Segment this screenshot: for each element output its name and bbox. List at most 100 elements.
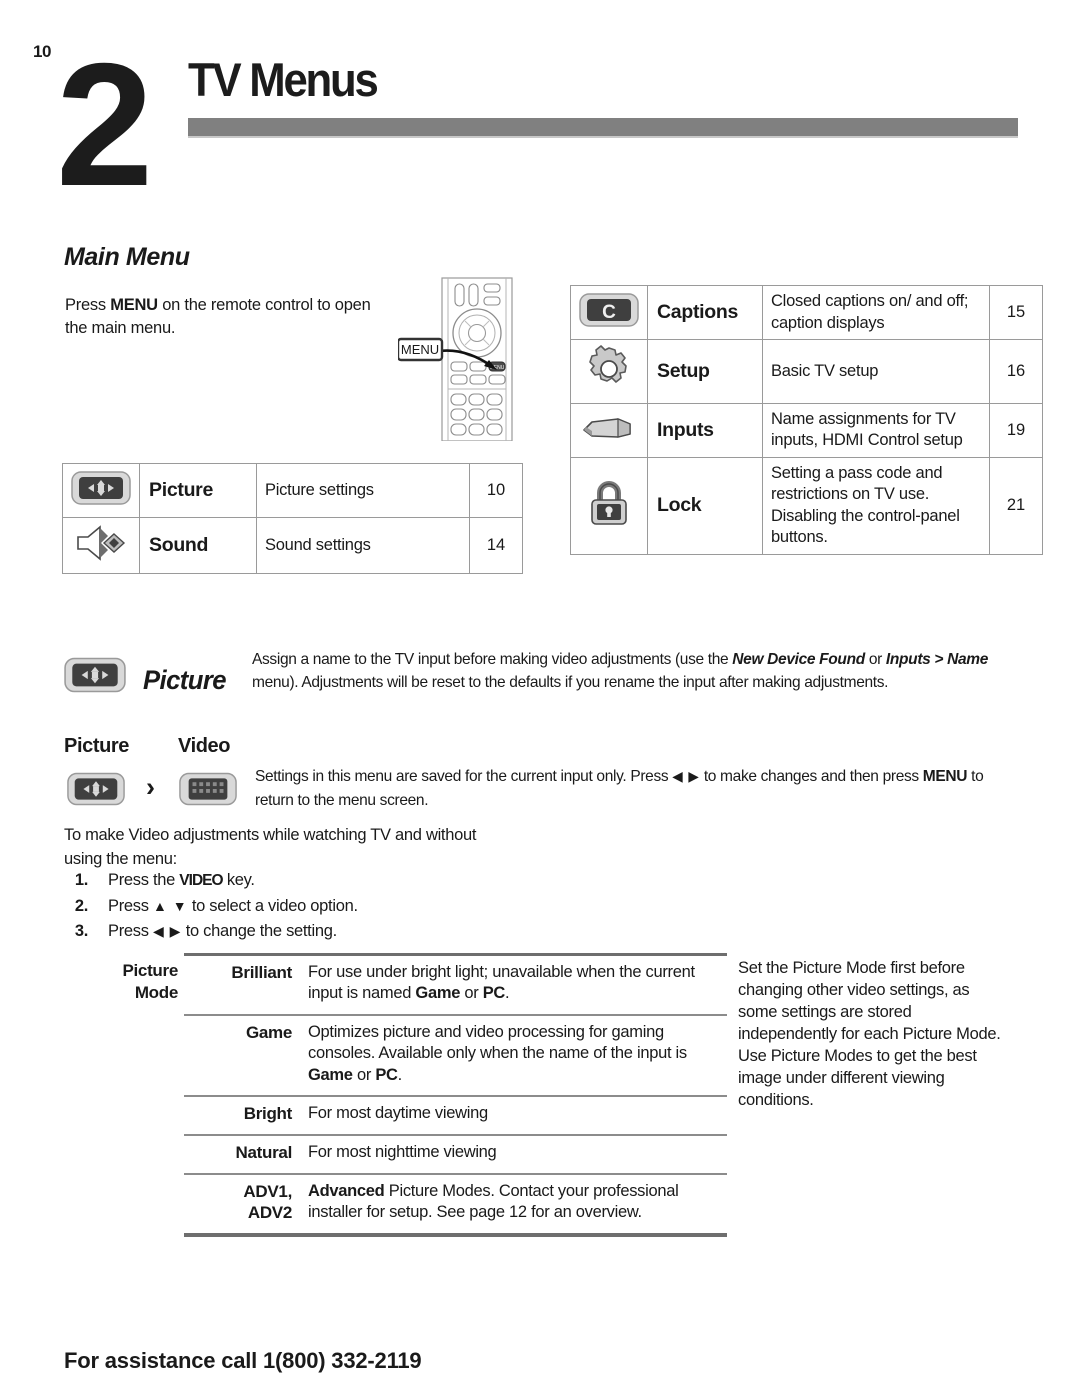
mode-desc-part-3: . [397,1065,403,1084]
pv-body-part-1: Settings in this menu are saved for the … [255,768,673,785]
step-text-post: to change the setting. [181,922,337,941]
inputs-icon-cell [570,403,648,458]
mode-desc-em-game: Game [415,984,461,1003]
table-row[interactable]: Lock Setting a pass code and restriction… [570,456,1043,555]
picture-path-label-picture: Picture [64,735,130,757]
table-row: ADV1, ADV2 Advanced Picture Modes. Conta… [184,1172,727,1238]
lock-padlock-icon [585,477,633,529]
menu-item-desc: Picture settings [256,463,470,518]
sound-icon [70,523,132,563]
mode-desc-em-game: Game [308,1065,353,1084]
picture-section-icon [63,655,127,700]
path-separator-chevron-icon: › [146,772,155,802]
table-row: Bright For most daytime viewing [184,1095,727,1135]
menu-item-page: 10 [469,463,523,518]
main-menu-table-right: C Captions Closed captions on/ and off; … [570,285,1043,555]
picture-body-part-3: menu). Adjustments will be reset to the … [252,674,889,692]
table-row: Game Optimizes picture and video process… [184,1013,727,1097]
menu-item-page: 16 [989,339,1043,404]
inputs-plug-icon [578,410,640,446]
menu-item-desc: Sound settings [256,517,470,574]
list-item: 2. Press ▲ ▼ to select a video option. [64,894,358,920]
picture-body-part-1: Assign a name to the TV input before mak… [252,651,733,668]
mode-desc-em-pc: PC [375,1065,398,1084]
lock-icon-cell [570,456,648,555]
video-adjust-intro: To make Video adjustments while watching… [64,826,477,868]
up-down-arrow-icon: ▲ ▼ [152,897,188,914]
table-row[interactable]: Inputs Name assignments for TV inputs, H… [570,403,1043,458]
captions-icon: C [578,291,640,329]
picture-path-label-video: Video [178,735,231,757]
step-text-pre: Press [108,922,153,941]
mode-desc-em-pc: PC [482,984,506,1003]
mode-desc-part-1: Optimizes picture and video processing f… [308,1022,687,1063]
picture-section-title: Picture [143,665,227,695]
step-text-post: to select a video option. [187,896,358,915]
main-menu-table-left: Picture Picture settings 10 Sound Sound … [62,463,523,574]
picture-section-body: Assign a name to the TV input before mak… [252,648,995,694]
table-row[interactable]: C Captions Closed captions on/ and off; … [570,285,1043,340]
picture-mode-row-label: Picture Mode [70,960,178,1004]
table-row: Natural For most nighttime viewing [184,1133,727,1174]
svg-text:C: C [602,302,616,323]
menu-item-name: Setup [647,339,763,404]
menu-item-name: Lock [647,456,763,555]
mode-name: Game [184,1013,306,1097]
picture-mode-table: Brilliant For use under bright light; un… [184,952,727,1238]
pv-body-menu-key: MENU [922,768,968,785]
mode-desc: For use under bright light; unavailable … [306,952,727,1015]
picture-path-video-icon [178,770,238,813]
mode-desc: For most daytime viewing [306,1095,727,1135]
footer-assistance: For assistance call 1(800) 332-2119 [64,1348,422,1373]
mode-name-line1: ADV1, [243,1181,292,1201]
picture-mode-label-line1: Picture [122,961,178,980]
picture-mode-label-line2: Mode [134,982,178,1002]
mode-name: ADV1, ADV2 [184,1172,306,1238]
step-number: 2. [74,896,88,915]
mode-desc: For most nighttime viewing [306,1133,727,1174]
list-item: 1. Press the VIDEO key. [64,868,358,894]
menu-item-name: Captions [647,285,763,340]
menu-item-name: Sound [139,517,257,574]
menu-item-desc: Closed captions on/ and off; caption dis… [762,285,990,340]
mode-desc-part-2: or [352,1065,376,1084]
setup-gear-icon [584,345,634,393]
step-text-pre: Press the [108,871,180,889]
picture-path-picture-icon [66,770,126,813]
left-right-arrow-icon: ◀ ▶ [152,923,182,940]
mode-desc-part-2: or [460,984,483,1003]
picture-video-body: Settings in this menu are saved for the … [255,765,994,813]
page-header: 10 2 TV Menus [0,0,1080,215]
menu-item-page: 15 [989,285,1043,340]
remote-menu-callout-label: MENU [401,342,439,357]
step-text-pre: Press [108,896,153,915]
mode-name: Bright [184,1095,306,1135]
mode-desc: Advanced Picture Modes. Contact your pro… [306,1172,727,1238]
mode-name: Brilliant [184,952,306,1015]
table-row[interactable]: Picture Picture settings 10 [62,463,523,518]
main-menu-intro: Press MENU on the remote control to open… [65,294,395,340]
menu-item-name: Inputs [647,403,763,458]
menu-item-desc: Basic TV setup [762,339,990,404]
mode-name-line2: ADV2 [247,1203,292,1223]
mode-desc-em-advanced: Advanced [308,1181,385,1200]
intro-prefix: Press [65,296,111,314]
menu-item-desc: Setting a pass code and restrictions on … [762,456,990,555]
mode-desc: Optimizes picture and video processing f… [306,1013,727,1097]
picture-body-em-inputs-name: Inputs > Name [885,651,989,668]
step-text-post: key. [222,871,255,889]
picture-mode-sidenote: Set the Picture Mode first before changi… [738,959,1001,1109]
table-row[interactable]: Sound Sound settings 14 [62,517,523,574]
table-row[interactable]: Setup Basic TV setup 16 [570,339,1043,404]
page-number: 10 [33,42,51,61]
menu-item-name: Picture [139,463,257,518]
mode-name: Natural [184,1133,306,1174]
list-item: 3. Press ◀ ▶ to change the setting. [64,919,358,945]
sound-icon-cell [62,517,140,574]
left-right-arrow-icon: ◀ ▶ [672,768,700,784]
setup-icon-cell [570,339,648,404]
picture-icon [70,469,132,507]
remote-control-illustration: MENU MENU [396,276,543,442]
captions-icon-cell: C [570,285,648,340]
step-number: 1. [74,871,88,889]
